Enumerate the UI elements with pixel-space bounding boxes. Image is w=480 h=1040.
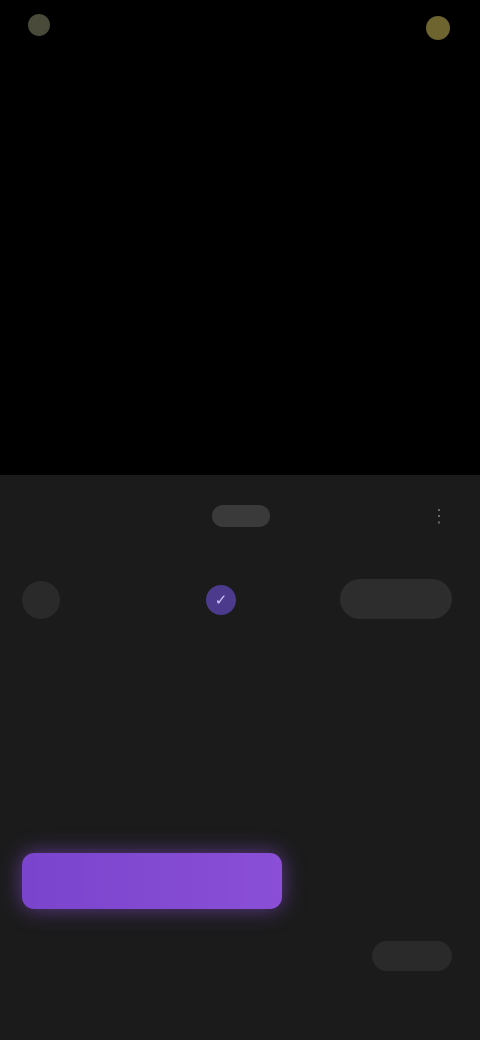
verified-icon: ✓ [206, 585, 236, 615]
channel-avatar[interactable] [22, 581, 60, 619]
back-icon [28, 14, 50, 36]
top-bar [0, 0, 480, 60]
details-panel: ⋮ ✓ [0, 475, 480, 1040]
back-button[interactable] [28, 14, 60, 36]
star-icon [426, 16, 450, 40]
panel-header: ⋮ [0, 497, 480, 537]
panel-handle[interactable] [212, 505, 270, 527]
channel-row: ✓ [0, 575, 480, 623]
footer-info [22, 933, 458, 981]
more-icon[interactable]: ⋮ [426, 505, 452, 527]
subscribe-button[interactable] [340, 579, 452, 619]
footer-action-button[interactable] [372, 941, 452, 971]
favorite-button[interactable] [416, 16, 450, 40]
video-player[interactable] [0, 60, 480, 475]
primary-action-button[interactable] [22, 853, 282, 909]
